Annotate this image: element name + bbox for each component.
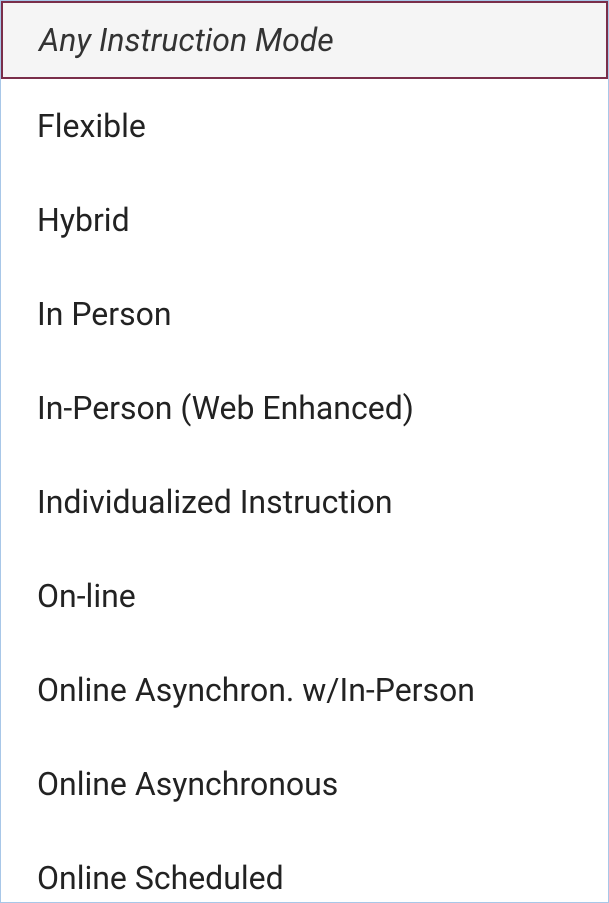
dropdown-option-in-person-web-enhanced[interactable]: In-Person (Web Enhanced) <box>1 361 608 455</box>
dropdown-options-list: Flexible Hybrid In Person In-Person (Web… <box>1 79 608 903</box>
dropdown-option-in-person[interactable]: In Person <box>1 267 608 361</box>
dropdown-option-online-asynchron-in-person[interactable]: Online Asynchron. w/In-Person <box>1 643 608 737</box>
dropdown-selected-value[interactable]: Any Instruction Mode <box>1 1 608 79</box>
dropdown-option-online-asynchronous[interactable]: Online Asynchronous <box>1 737 608 831</box>
dropdown-option-hybrid[interactable]: Hybrid <box>1 173 608 267</box>
dropdown-option-on-line[interactable]: On-line <box>1 549 608 643</box>
dropdown-option-online-scheduled[interactable]: Online Scheduled <box>1 831 608 903</box>
dropdown-option-individualized-instruction[interactable]: Individualized Instruction <box>1 455 608 549</box>
instruction-mode-dropdown: Any Instruction Mode Flexible Hybrid In … <box>0 0 609 903</box>
dropdown-option-flexible[interactable]: Flexible <box>1 79 608 173</box>
